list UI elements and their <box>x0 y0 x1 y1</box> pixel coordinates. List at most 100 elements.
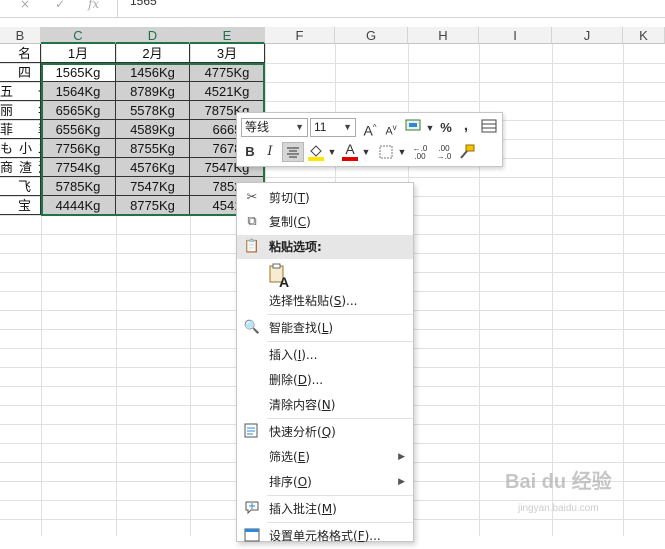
menu-item-copy[interactable]: ⧉ 复制(C) <box>237 210 413 234</box>
column-header-i[interactable]: I <box>479 27 552 44</box>
column-header-b[interactable]: B <box>0 27 41 44</box>
menu-item-label: 排序 <box>269 475 294 489</box>
chevron-right-icon: ▶ <box>398 477 405 487</box>
name-cell[interactable]: 四 <box>0 63 41 82</box>
menu-item-filter[interactable]: 筛选(E) ▶ <box>237 445 413 469</box>
cancel-icon[interactable]: × <box>20 0 30 12</box>
name-cell[interactable]: も小二 <box>0 139 41 158</box>
grow-font-icon: A <box>363 122 373 139</box>
italic-button[interactable]: I <box>262 142 278 162</box>
menu-item-insert[interactable]: 插入(I)... <box>237 343 413 367</box>
accelerator-key: D <box>297 373 307 387</box>
name-cell[interactable]: 丽 华 <box>0 101 41 120</box>
menu-item-paste-special[interactable]: 选择性粘贴(S)... <box>237 289 413 313</box>
name-cell[interactable]: 五 一 <box>0 82 41 101</box>
data-cell[interactable]: 4444Kg <box>41 196 116 215</box>
confirm-icon[interactable]: ✓ <box>55 0 65 12</box>
name-cell[interactable]: 菲 菲 <box>0 120 41 139</box>
column-header-j[interactable]: J <box>552 27 623 44</box>
comma-style-button[interactable]: , <box>459 116 473 136</box>
font-size-select[interactable]: 11 ▼ <box>310 118 356 137</box>
menu-item-label: 插入 <box>269 348 294 362</box>
fill-color-button[interactable] <box>307 142 325 162</box>
percent-style-button[interactable]: % <box>438 118 454 138</box>
data-cell[interactable]: 4775Kg <box>190 63 265 82</box>
column-header-c[interactable]: C <box>41 27 116 44</box>
menu-item-format-cells[interactable]: 设置单元格格式(F)... <box>237 524 413 548</box>
column-header-k[interactable]: K <box>623 27 665 44</box>
name-header-cell[interactable]: 名 <box>0 44 41 63</box>
font-name-select[interactable]: 等线 ▼ <box>241 118 308 137</box>
formula-input[interactable]: 1565 <box>130 0 157 8</box>
accelerator-key: Q <box>321 425 332 439</box>
data-cell[interactable]: 1564Kg <box>41 82 116 101</box>
chevron-down-icon[interactable]: ▼ <box>425 118 435 138</box>
data-cell[interactable]: 7756Kg <box>41 139 116 158</box>
font-name-value: 等线 <box>245 120 270 134</box>
column-header-g[interactable]: G <box>335 27 408 44</box>
menu-item-clear-contents[interactable]: 清除内容(N) <box>237 393 413 417</box>
month3-header-cell[interactable]: 3月 <box>190 44 265 63</box>
accelerator-key: M <box>321 502 333 516</box>
chevron-down-icon[interactable]: ▼ <box>361 142 371 162</box>
format-painter-button[interactable] <box>457 142 477 162</box>
menu-item-cut[interactable]: ✂ 剪切(T) <box>237 186 413 210</box>
context-menu: ✂ 剪切(T) ⧉ 复制(C) 📋 粘贴选项: A 选择性粘贴(S)... 🔍 … <box>236 182 414 543</box>
data-cell[interactable]: 1456Kg <box>116 63 190 82</box>
data-cell[interactable]: 7547Kg <box>116 177 190 196</box>
bold-button[interactable]: B <box>241 142 259 162</box>
menu-separator <box>267 495 413 496</box>
shrink-font-button[interactable]: Av <box>383 118 399 138</box>
data-cell[interactable]: 7754Kg <box>41 158 116 177</box>
baidu-watermark: Bai du 经验 <box>505 471 612 493</box>
data-cell[interactable]: 5578Kg <box>116 101 190 120</box>
column-header-f[interactable]: F <box>265 27 335 44</box>
data-cell[interactable]: 4589Kg <box>116 120 190 139</box>
name-cell[interactable]: 飞 <box>0 177 41 196</box>
data-cell[interactable]: 5785Kg <box>41 177 116 196</box>
column-header-d[interactable]: D <box>116 27 190 44</box>
active-cell[interactable]: 1565Kg <box>41 63 116 82</box>
table-icon <box>481 119 497 133</box>
increase-decimal-button[interactable]: ←.0 .00 <box>409 142 431 165</box>
column-header-h[interactable]: H <box>408 27 479 44</box>
data-cell[interactable]: 8755Kg <box>116 139 190 158</box>
menu-separator <box>267 314 413 315</box>
month2-header-cell[interactable]: 2月 <box>116 44 190 63</box>
decrease-decimal-button[interactable]: .00 →.0 <box>433 142 455 165</box>
month1-header-cell[interactable]: 1月 <box>41 44 116 63</box>
align-center-button[interactable] <box>282 142 304 162</box>
grow-font-button[interactable]: A^ <box>361 118 379 139</box>
data-cell[interactable]: 4576Kg <box>116 158 190 177</box>
accelerator-key: E <box>297 450 306 464</box>
chevron-down-icon[interactable]: ▼ <box>327 142 337 162</box>
accelerator-key: I <box>297 348 302 362</box>
menu-item-quick-analysis[interactable]: 快速分析(Q) <box>237 420 413 444</box>
name-cell[interactable]: 商渣渣 <box>0 158 41 177</box>
column-header-e[interactable]: E <box>190 27 265 44</box>
menu-item-sort[interactable]: 排序(O) ▶ <box>237 470 413 494</box>
borders-button[interactable] <box>377 142 395 162</box>
paste-button[interactable]: A <box>267 263 291 290</box>
menu-item-smart-lookup[interactable]: 🔍 智能查找(L) <box>237 316 413 340</box>
font-color-bar <box>342 157 358 161</box>
data-cell[interactable]: 6556Kg <box>41 120 116 139</box>
mini-toolbar: 等线 ▼ 11 ▼ A^ Av ▼ % , B I ▼ A ▼ ▼ ←.0 .0… <box>236 112 503 167</box>
menu-item-delete[interactable]: 删除(D)... <box>237 368 413 392</box>
chevron-down-icon[interactable]: ▼ <box>397 142 407 162</box>
insert-function-icon[interactable]: fx <box>88 0 99 12</box>
data-cell[interactable]: 6565Kg <box>41 101 116 120</box>
accelerator-key: F <box>357 529 365 543</box>
menu-item-label: 智能查找 <box>269 321 318 335</box>
name-cell[interactable]: 宝 <box>0 196 41 215</box>
menu-item-label: 剪切 <box>269 191 294 205</box>
number-format-button[interactable] <box>403 118 425 138</box>
menu-item-insert-comment[interactable]: 插入批注(M) <box>237 497 413 521</box>
format-table-button[interactable] <box>479 118 499 138</box>
ellipsis: ... <box>346 294 358 308</box>
menu-item-label: 设置单元格格式 <box>269 529 354 543</box>
data-cell[interactable]: 8789Kg <box>116 82 190 101</box>
data-cell[interactable]: 4521Kg <box>190 82 265 101</box>
font-color-button[interactable]: A <box>341 141 359 162</box>
data-cell[interactable]: 8775Kg <box>116 196 190 215</box>
